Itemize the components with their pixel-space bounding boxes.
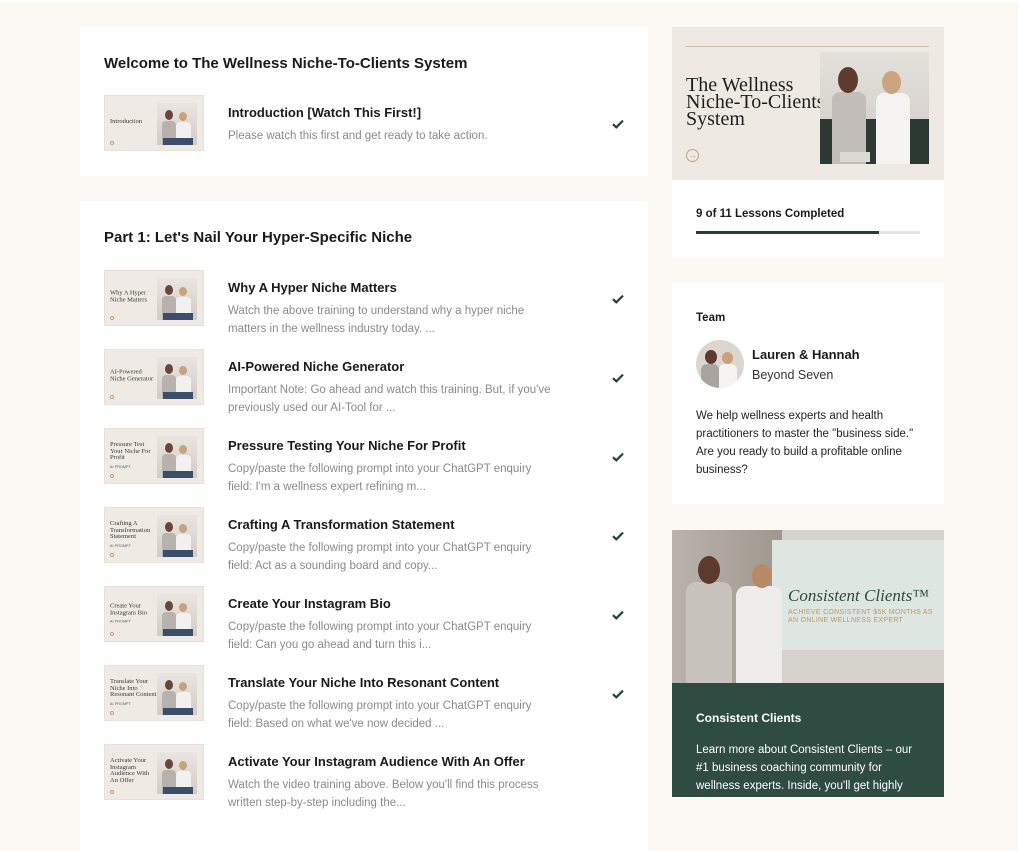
thumbnail-subtitle: AI PROMPT [110, 543, 132, 548]
lesson-thumbnail[interactable]: Crafting A Transformation Statement AI PR… [104, 507, 204, 563]
thumbnail-title: Activate Your Instagram Audience With An… [110, 757, 150, 784]
lesson-thumbnail[interactable]: Translate Your Niche Into Resonant Conte… [104, 665, 204, 721]
team-name: Lauren & Hannah [752, 347, 860, 362]
avatar [696, 340, 744, 388]
lesson-row[interactable]: Pressure Test Your Niche For Profit AI PR… [80, 428, 648, 507]
lesson-title[interactable]: Pressure Testing Your Niche For Profit [228, 438, 466, 453]
promo-body: Consistent Clients Learn more about Cons… [672, 683, 944, 797]
lesson-title[interactable]: Introduction [Watch This First!] [228, 105, 421, 120]
team-card: Team Lauren & Hannah Beyond Seven We hel… [672, 283, 944, 504]
circle-icon [110, 141, 114, 145]
lesson-title[interactable]: Create Your Instagram Bio [228, 596, 391, 611]
section-welcome: Welcome to The Wellness Niche-To-Clients… [80, 27, 648, 176]
progress-text: 9 of 11 Lessons Completed [696, 208, 845, 220]
thumbnail-title: Introduction [110, 117, 143, 125]
circle-icon [110, 316, 114, 320]
thumbnail-photo [157, 278, 197, 320]
promo-script-title: Consistent Clients™ [788, 586, 929, 605]
thumbnail-subtitle: AI PROMPT [110, 619, 132, 624]
circle-icon [110, 474, 114, 478]
lesson-thumbnail[interactable]: Activate Your Instagram Audience With An… [104, 744, 204, 800]
section-title: Welcome to The Wellness Niche-To-Clients… [104, 55, 468, 72]
lesson-row[interactable]: AI-Powered Niche Generator AI-Powered Nic… [80, 349, 648, 428]
lesson-description: Please watch this first and get ready to… [228, 130, 488, 142]
lesson-row[interactable]: Why A Hyper Niche Matters Why A Hyper Nic… [80, 270, 648, 349]
course-banner[interactable]: The Wellness Niche-To-Clients System → [672, 27, 944, 180]
thumbnail-title: Create Your Instagram Bio [110, 602, 148, 616]
check-icon [612, 610, 624, 620]
lesson-row[interactable]: Create Your Instagram Bio AI PROMPT Create… [80, 586, 648, 665]
progress-fill [696, 231, 880, 234]
course-content: Welcome to The Wellness Niche-To-Clients… [80, 27, 648, 851]
lesson-title[interactable]: Crafting A Transformation Statement [228, 517, 455, 532]
thumbnail-photo [157, 436, 197, 478]
thumbnail-photo [157, 752, 197, 794]
check-icon [612, 294, 624, 304]
thumbnail-photo [157, 515, 197, 557]
banner-title: The Wellness Niche-To-Clients System [686, 74, 825, 130]
promo-image: Consistent Clients™ ACHIEVE CONSISTENT $… [672, 530, 944, 683]
lesson-row[interactable]: Introduction Introduction [Watch This Fir… [80, 95, 648, 174]
circle-icon [110, 711, 114, 715]
lesson-description: Copy/paste the following prompt into you… [228, 700, 532, 730]
check-icon [612, 373, 624, 383]
lesson-description: Watch the video training above. Below yo… [228, 779, 539, 809]
lesson-title[interactable]: Why A Hyper Niche Matters [228, 280, 397, 295]
thumbnail-title: Pressure Test Your Niche For Profit [110, 441, 151, 461]
lesson-description: Copy/paste the following prompt into you… [228, 542, 532, 572]
circle-icon [110, 553, 114, 557]
lesson-description: Watch the above training to understand w… [228, 305, 525, 335]
thumbnail-title: Crafting A Transformation Statement [110, 520, 151, 540]
lesson-description: Important Note: Go ahead and watch this … [228, 384, 551, 414]
sidebar: The Wellness Niche-To-Clients System → 9… [672, 27, 944, 797]
thumbnail-photo [157, 357, 197, 399]
check-icon [612, 119, 624, 129]
top-bar [0, 0, 1018, 3]
thumbnail-photo [157, 673, 197, 715]
lesson-row[interactable]: Crafting A Transformation Statement AI PR… [80, 507, 648, 586]
lesson-row[interactable]: Activate Your Instagram Audience With An… [80, 744, 648, 823]
lesson-title[interactable]: Translate Your Niche Into Resonant Conte… [228, 675, 499, 690]
thumbnail-photo [157, 594, 197, 636]
thumbnail-title: Translate Your Niche Into Resonant Conte… [110, 678, 157, 698]
thumbnail-subtitle: AI PROMPT [110, 464, 132, 469]
lesson-description: Copy/paste the following prompt into you… [228, 621, 532, 651]
arrow-right-circle-icon: → [686, 149, 699, 162]
lesson-thumbnail[interactable]: Pressure Test Your Niche For Profit AI PR… [104, 428, 204, 484]
check-icon [612, 689, 624, 699]
check-icon [612, 452, 624, 462]
section-title: Part 1: Let's Nail Your Hyper-Specific N… [104, 229, 413, 246]
thumbnail-title: Why A Hyper Niche Matters [110, 289, 148, 303]
lesson-thumbnail[interactable]: Create Your Instagram Bio AI PROMPT [104, 586, 204, 642]
progress-card: 9 of 11 Lessons Completed [672, 180, 944, 258]
banner-photo [820, 52, 929, 164]
team-company: Beyond Seven [752, 368, 834, 382]
promo-tagline: ACHIEVE CONSISTENT $5K MONTHS AS AN ONLI… [788, 609, 933, 624]
lesson-title[interactable]: AI-Powered Niche Generator [228, 359, 404, 374]
lesson-description: Copy/paste the following prompt into you… [228, 463, 532, 493]
section-part-1: Part 1: Let's Nail Your Hyper-Specific N… [80, 201, 648, 851]
lesson-title[interactable]: Activate Your Instagram Audience With An… [228, 754, 525, 769]
thumbnail-title: AI-Powered Niche Generator [110, 368, 154, 382]
progress-bar [696, 231, 920, 234]
promo-text: Learn more about Consistent Clients – ou… [696, 744, 913, 792]
circle-icon [110, 790, 114, 794]
lesson-thumbnail[interactable]: Introduction [104, 95, 204, 151]
check-icon [612, 531, 624, 541]
promo-title: Consistent Clients [696, 711, 802, 725]
team-description: We help wellness experts and health prac… [696, 410, 914, 476]
circle-icon [110, 632, 114, 636]
circle-icon [110, 395, 114, 399]
lesson-row[interactable]: Translate Your Niche Into Resonant Conte… [80, 665, 648, 744]
lesson-thumbnail[interactable]: AI-Powered Niche Generator [104, 349, 204, 405]
divider [686, 46, 929, 47]
promo-card[interactable]: Consistent Clients™ ACHIEVE CONSISTENT $… [672, 530, 944, 797]
lesson-thumbnail[interactable]: Why A Hyper Niche Matters [104, 270, 204, 326]
thumbnail-photo [157, 103, 197, 145]
team-label: Team [696, 312, 726, 324]
thumbnail-subtitle: AI PROMPT [110, 701, 132, 706]
